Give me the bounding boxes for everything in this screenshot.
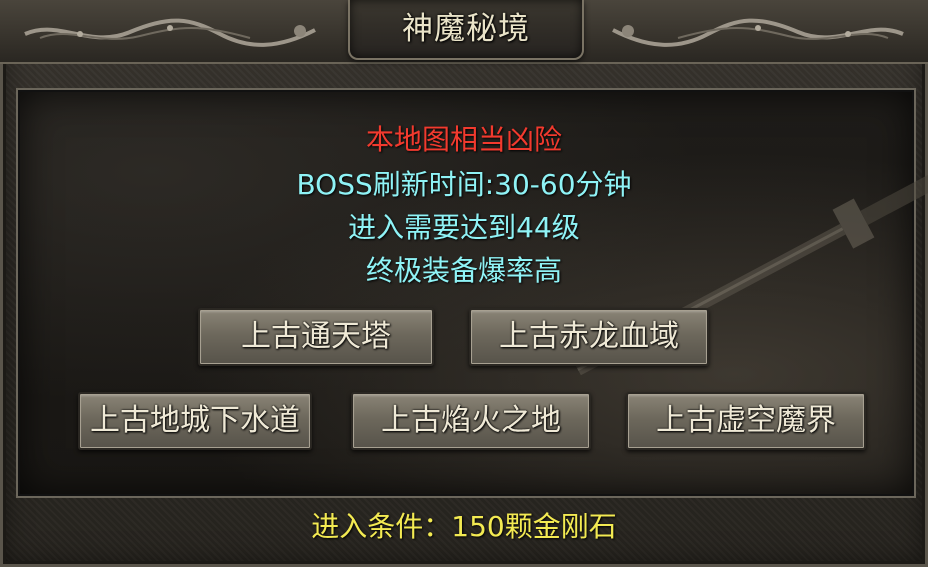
destination-button-tongtian-tower[interactable]: 上古通天塔 (198, 308, 434, 366)
window-title: 神魔秘境 (402, 11, 530, 47)
destination-button-underground-sewer[interactable]: 上古地城下水道 (78, 392, 312, 450)
dragon-ornament-right (612, 18, 904, 47)
destination-button-flame-land[interactable]: 上古焰火之地 (351, 392, 591, 450)
entry-condition-text: 进入条件：150颗金刚石 (311, 510, 617, 543)
level-requirement-text: 进入需要达到44级 (348, 211, 580, 244)
dragon-ornament-left (24, 18, 316, 47)
danger-warning-text: 本地图相当凶险 (365, 123, 562, 156)
destination-button-red-dragon-blood-domain[interactable]: 上古赤龙血域 (469, 308, 709, 366)
destination-button-void-demon-realm[interactable]: 上古虚空魔界 (626, 392, 866, 450)
drop-rate-text: 终极装备爆率高 (365, 254, 562, 287)
boss-refresh-text: BOSS刷新时间:30-60分钟 (296, 168, 632, 201)
title-bar: 神魔秘境 (0, 0, 928, 64)
title-plate: 神魔秘境 (348, 0, 584, 60)
